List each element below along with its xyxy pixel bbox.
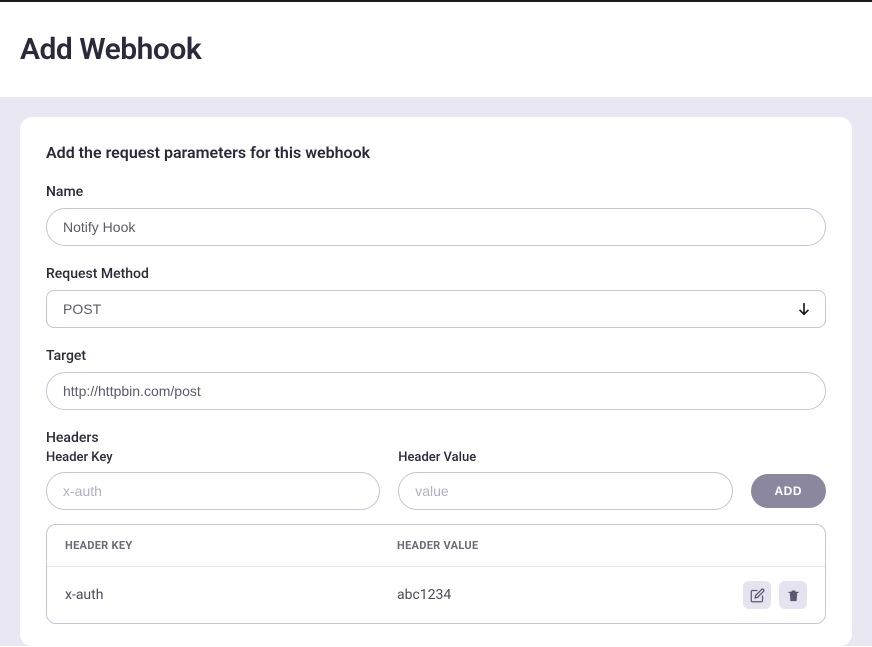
- webhook-card: Add the request parameters for this webh…: [20, 117, 852, 646]
- target-group: Target: [46, 348, 826, 410]
- table-cell-key: x-auth: [65, 587, 397, 603]
- row-actions: [743, 581, 807, 609]
- table-header-row: HEADER KEY HEADER VALUE: [47, 525, 825, 567]
- trash-icon: [786, 588, 801, 603]
- header-inputs-row: Header Key Header Value ADD: [46, 450, 826, 510]
- header-key-input[interactable]: [46, 472, 380, 510]
- add-header-button[interactable]: ADD: [751, 474, 827, 508]
- page-header: Add Webhook: [0, 2, 872, 97]
- target-label: Target: [46, 348, 826, 364]
- card-subtitle: Add the request parameters for this webh…: [46, 143, 826, 162]
- name-group: Name: [46, 184, 826, 246]
- headers-label: Headers: [46, 430, 826, 446]
- header-value-col: Header Value: [398, 450, 732, 510]
- headers-table: HEADER KEY HEADER VALUE x-auth abc1234: [46, 524, 826, 624]
- method-label: Request Method: [46, 266, 826, 282]
- content-area: Add the request parameters for this webh…: [0, 97, 872, 646]
- headers-section: Headers Header Key Header Value ADD HEAD…: [46, 430, 826, 624]
- method-group: Request Method POST: [46, 266, 826, 328]
- header-key-label: Header Key: [46, 450, 380, 465]
- target-input[interactable]: [46, 372, 826, 410]
- edit-header-button[interactable]: [743, 581, 771, 609]
- name-label: Name: [46, 184, 826, 200]
- table-row: x-auth abc1234: [47, 567, 825, 623]
- table-col-value-header: HEADER VALUE: [397, 539, 807, 552]
- table-cell-value: abc1234: [397, 587, 743, 603]
- method-select[interactable]: POST: [46, 290, 826, 328]
- method-select-wrapper: POST: [46, 290, 826, 328]
- table-col-key-header: HEADER KEY: [65, 539, 397, 552]
- header-value-label: Header Value: [398, 450, 732, 465]
- header-key-col: Header Key: [46, 450, 380, 510]
- delete-header-button[interactable]: [779, 581, 807, 609]
- edit-icon: [750, 588, 765, 603]
- name-input[interactable]: [46, 208, 826, 246]
- page-title: Add Webhook: [20, 32, 852, 67]
- header-value-input[interactable]: [398, 472, 732, 510]
